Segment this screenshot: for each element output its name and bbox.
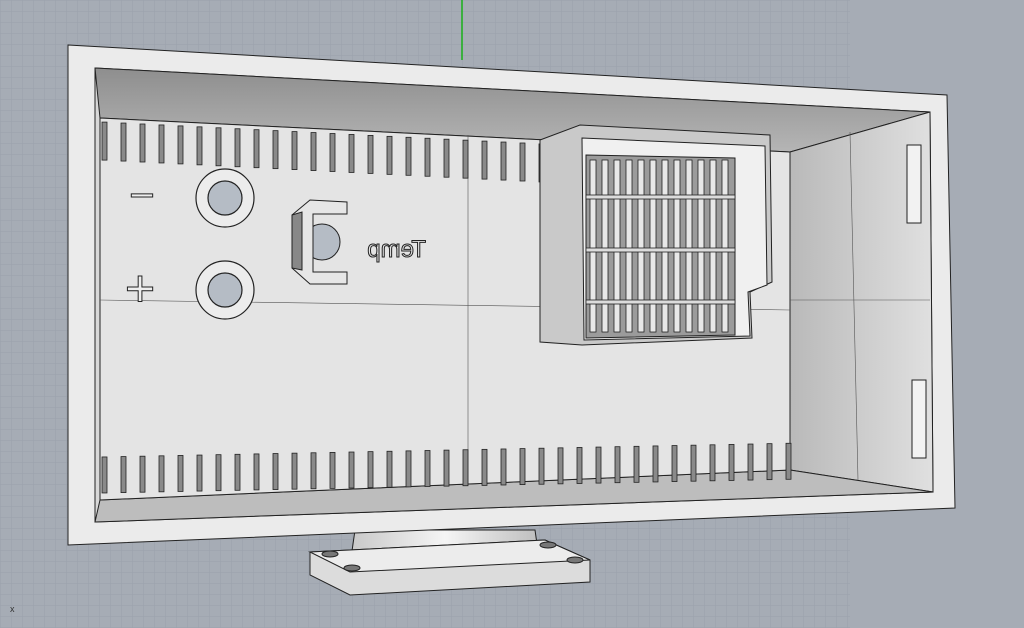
- temp-label-mirrored: Temp: [367, 236, 426, 263]
- slot: [348, 451, 355, 489]
- slot: [625, 159, 633, 333]
- slot: [310, 132, 317, 171]
- slot: [215, 127, 222, 167]
- slot: [481, 448, 488, 486]
- slot: [386, 135, 393, 175]
- slot: [196, 126, 203, 166]
- slot: [585, 247, 736, 253]
- slot: [462, 449, 469, 487]
- slot: [576, 447, 583, 484]
- slot: [614, 446, 621, 484]
- slot: [291, 452, 298, 490]
- slot: [661, 159, 669, 333]
- slot: [671, 445, 678, 482]
- slot: [234, 453, 241, 491]
- slot: [234, 128, 241, 168]
- slot: [652, 445, 659, 483]
- slot: [785, 442, 792, 480]
- slot: [637, 159, 645, 333]
- slot: [310, 452, 317, 490]
- slot: [589, 159, 597, 333]
- slot: [519, 448, 526, 486]
- slot: [386, 450, 393, 488]
- slot: [649, 159, 657, 333]
- slot: [101, 121, 108, 161]
- slot: [557, 447, 564, 485]
- slot: [462, 139, 469, 179]
- slot: [215, 454, 222, 492]
- slot: [585, 299, 736, 305]
- slot: [443, 138, 450, 178]
- slot: [747, 443, 754, 481]
- slot: [519, 142, 526, 182]
- slot: [424, 450, 431, 487]
- slot: [253, 129, 260, 169]
- slot: [443, 449, 450, 487]
- slot: [424, 137, 431, 177]
- plus-symbol: +: [125, 260, 155, 318]
- slot: [613, 159, 621, 333]
- minus-symbol: −: [129, 171, 155, 220]
- slot: [766, 443, 773, 481]
- slot: [139, 123, 146, 163]
- slot: [673, 159, 681, 333]
- slot: [329, 451, 336, 489]
- slot: [500, 448, 507, 486]
- slot: [728, 444, 735, 481]
- slot: [367, 451, 374, 489]
- slot: [585, 194, 736, 200]
- slot: [158, 124, 165, 164]
- slot: [633, 445, 640, 483]
- slot: [253, 453, 260, 491]
- slot: [272, 453, 279, 490]
- slot: [595, 446, 602, 484]
- slot: [690, 444, 697, 482]
- slot: [177, 455, 184, 492]
- slot: [697, 159, 705, 333]
- slot: [158, 455, 165, 493]
- slot: [500, 141, 507, 181]
- slot: [709, 444, 716, 482]
- slot: [177, 125, 184, 165]
- slot: [405, 450, 412, 488]
- slot: [120, 122, 127, 162]
- axis-label-x: x: [10, 604, 15, 614]
- slot: [405, 136, 412, 176]
- slot: [120, 456, 127, 493]
- cad-viewport[interactable]: − + Temp x: [0, 0, 1024, 628]
- slot: [709, 159, 717, 333]
- slot: [101, 456, 108, 494]
- slot: [481, 140, 488, 180]
- slot: [601, 159, 609, 333]
- slot: [721, 159, 729, 333]
- slot: [139, 455, 146, 493]
- slot: [291, 131, 298, 171]
- slot: [367, 134, 374, 174]
- slot: [538, 447, 545, 485]
- slot: [348, 134, 355, 173]
- slot: [272, 130, 279, 170]
- slot: [196, 454, 203, 492]
- slot: [685, 159, 693, 333]
- slot: [329, 133, 336, 172]
